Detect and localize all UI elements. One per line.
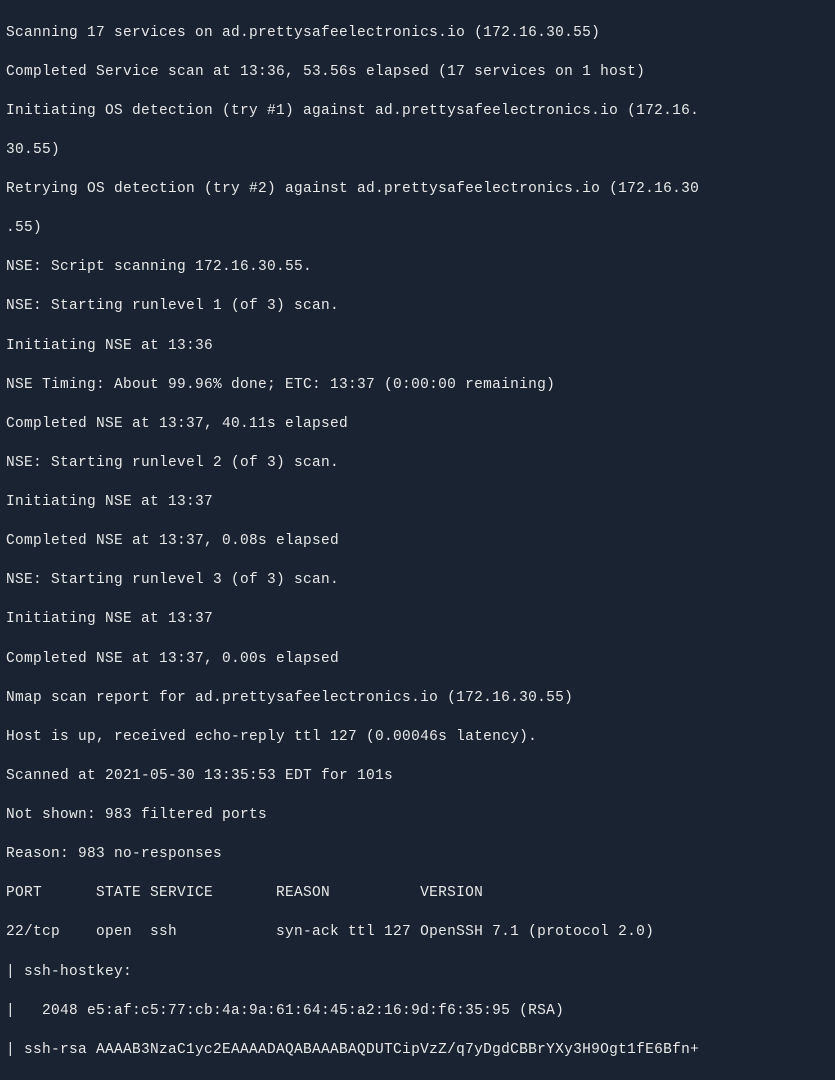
- output-line: Completed NSE at 13:37, 0.08s elapsed: [6, 532, 829, 552]
- output-line: Initiating NSE at 13:36: [6, 337, 829, 357]
- output-line: NSE Timing: About 99.96% done; ETC: 13:3…: [6, 376, 829, 396]
- output-line: | ssh-rsa AAAAB3NzaC1yc2EAAAADAQABAAABAQ…: [6, 1041, 829, 1061]
- output-line: Completed Service scan at 13:36, 53.56s …: [6, 63, 829, 83]
- port-table-row: 22/tcp open ssh syn-ack ttl 127 OpenSSH …: [6, 923, 829, 943]
- output-line: NSE: Starting runlevel 1 (of 3) scan.: [6, 297, 829, 317]
- output-line: NSE: Starting runlevel 3 (of 3) scan.: [6, 571, 829, 591]
- output-line: | 2048 e5:af:c5:77:cb:4a:9a:61:64:45:a2:…: [6, 1002, 829, 1022]
- output-line: Scanning 17 services on ad.prettysafeele…: [6, 24, 829, 44]
- output-line: Host is up, received echo-reply ttl 127 …: [6, 728, 829, 748]
- output-line: Completed NSE at 13:37, 0.00s elapsed: [6, 650, 829, 670]
- port-table-header: PORT STATE SERVICE REASON VERSION: [6, 884, 829, 904]
- output-line: Initiating NSE at 13:37: [6, 610, 829, 630]
- output-line: | ssh-hostkey:: [6, 963, 829, 983]
- output-line: Reason: 983 no-responses: [6, 845, 829, 865]
- output-line: Nmap scan report for ad.prettysafeelectr…: [6, 689, 829, 709]
- output-line: 30.55): [6, 141, 829, 161]
- output-line: .55): [6, 219, 829, 239]
- output-line: Retrying OS detection (try #2) against a…: [6, 180, 829, 200]
- output-line: NSE: Starting runlevel 2 (of 3) scan.: [6, 454, 829, 474]
- output-line: Completed NSE at 13:37, 40.11s elapsed: [6, 415, 829, 435]
- output-line: Initiating OS detection (try #1) against…: [6, 102, 829, 122]
- terminal-output: Scanning 17 services on ad.prettysafeele…: [6, 4, 829, 1080]
- output-line: NSE: Script scanning 172.16.30.55.: [6, 258, 829, 278]
- output-line: Initiating NSE at 13:37: [6, 493, 829, 513]
- output-line: Not shown: 983 filtered ports: [6, 806, 829, 826]
- output-line: Scanned at 2021-05-30 13:35:53 EDT for 1…: [6, 767, 829, 787]
